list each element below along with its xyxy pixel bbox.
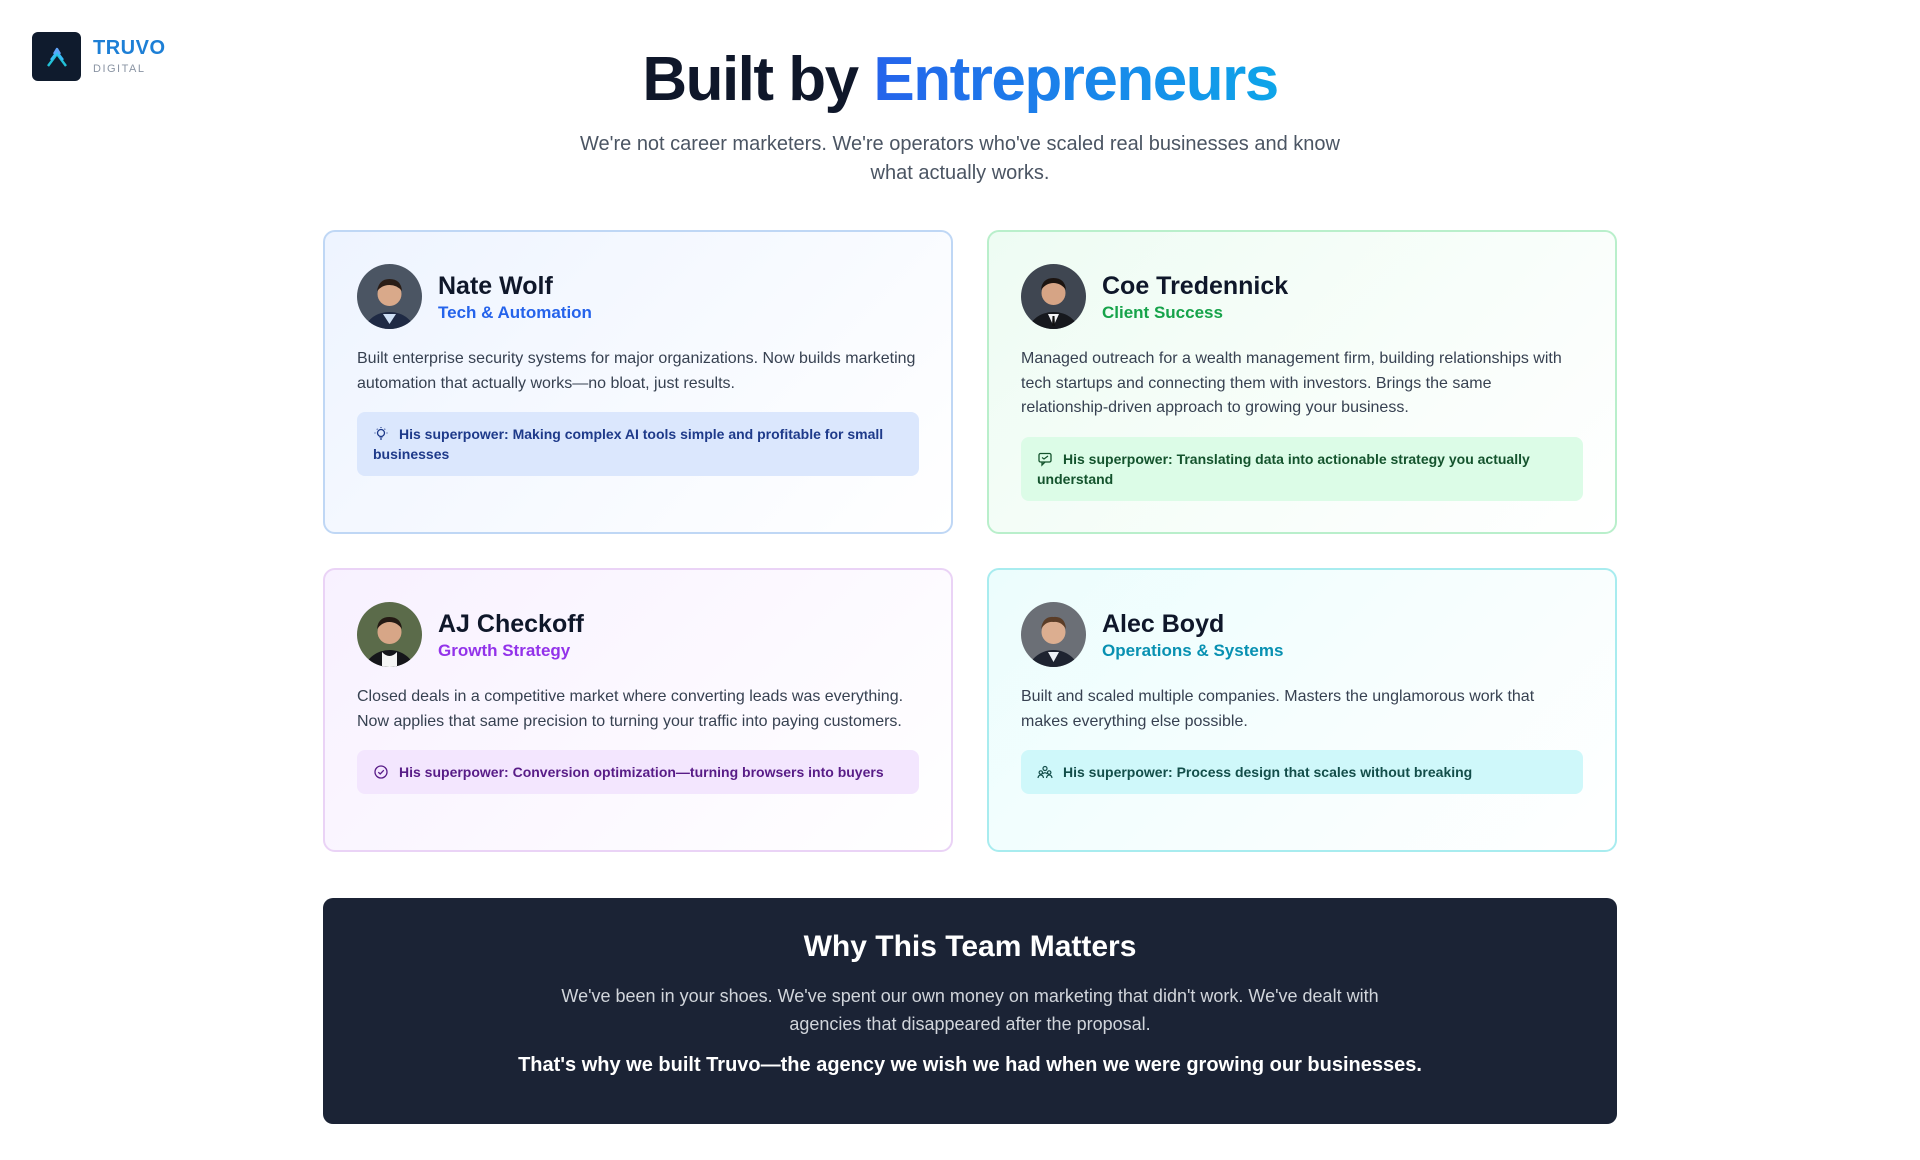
member-role: Growth Strategy bbox=[438, 640, 571, 660]
member-name: Coe Tredennick bbox=[1102, 271, 1289, 300]
check-circle-icon bbox=[374, 765, 388, 779]
title-prefix: Built by bbox=[642, 45, 859, 114]
member-name: Alec Boyd bbox=[1102, 609, 1225, 638]
chat-icon bbox=[1038, 452, 1052, 467]
superpower-callout: His superpower: Process design that scal… bbox=[1021, 750, 1583, 794]
why-team-matters-section: Why This Team Matters We've been in your… bbox=[323, 898, 1617, 1124]
member-name: Nate Wolf bbox=[438, 271, 553, 300]
member-bio: Built and scaled multiple companies. Mas… bbox=[1021, 688, 1535, 730]
team-card-aj-checkoff: AJ Checkoff Growth Strategy Closed deals… bbox=[323, 568, 953, 852]
team-icon bbox=[1037, 765, 1053, 779]
why-title: Why This Team Matters bbox=[803, 930, 1137, 963]
hero-section: Built by Entrepreneurs We're not career … bbox=[0, 44, 1920, 188]
superpower-text: His superpower: Conversion optimization—… bbox=[399, 764, 884, 780]
team-card-coe-tredennick: Coe Tredennick Client Success Managed ou… bbox=[987, 230, 1617, 534]
team-card-alec-boyd: Alec Boyd Operations & Systems Built and… bbox=[987, 568, 1617, 852]
member-bio: Managed outreach for a wealth management… bbox=[1021, 350, 1562, 416]
avatar bbox=[357, 264, 422, 329]
team-grid: Nate Wolf Tech & Automation Built enterp… bbox=[323, 230, 1617, 852]
member-role: Operations & Systems bbox=[1102, 640, 1284, 660]
member-name: AJ Checkoff bbox=[438, 609, 584, 638]
page-title: Built by Entrepreneurs bbox=[0, 44, 1920, 116]
superpower-callout: His superpower: Translating data into ac… bbox=[1021, 436, 1583, 501]
avatar bbox=[1021, 602, 1086, 667]
superpower-callout: His superpower: Making complex AI tools … bbox=[357, 412, 919, 476]
title-accent: Entrepreneurs bbox=[873, 45, 1279, 114]
superpower-text: His superpower: Making complex AI tools … bbox=[373, 426, 884, 462]
why-punchline: That's why we built Truvo—the agency we … bbox=[518, 1054, 1422, 1076]
superpower-text: His superpower: Process design that scal… bbox=[1063, 764, 1473, 780]
avatar bbox=[1021, 264, 1086, 329]
superpower-callout: His superpower: Conversion optimization—… bbox=[357, 750, 919, 794]
lightbulb-icon bbox=[374, 427, 388, 440]
page-subtitle: We're not career marketers. We're operat… bbox=[580, 133, 1340, 184]
member-bio: Closed deals in a competitive market whe… bbox=[357, 688, 904, 730]
member-role: Tech & Automation bbox=[438, 302, 592, 322]
avatar bbox=[357, 602, 422, 667]
team-card-nate-wolf: Nate Wolf Tech & Automation Built enterp… bbox=[323, 230, 953, 534]
why-body: We've been in your shoes. We've spent ou… bbox=[561, 986, 1379, 1034]
member-bio: Built enterprise security systems for ma… bbox=[357, 350, 916, 392]
member-role: Client Success bbox=[1102, 302, 1223, 322]
superpower-text: His superpower: Translating data into ac… bbox=[1037, 450, 1530, 487]
